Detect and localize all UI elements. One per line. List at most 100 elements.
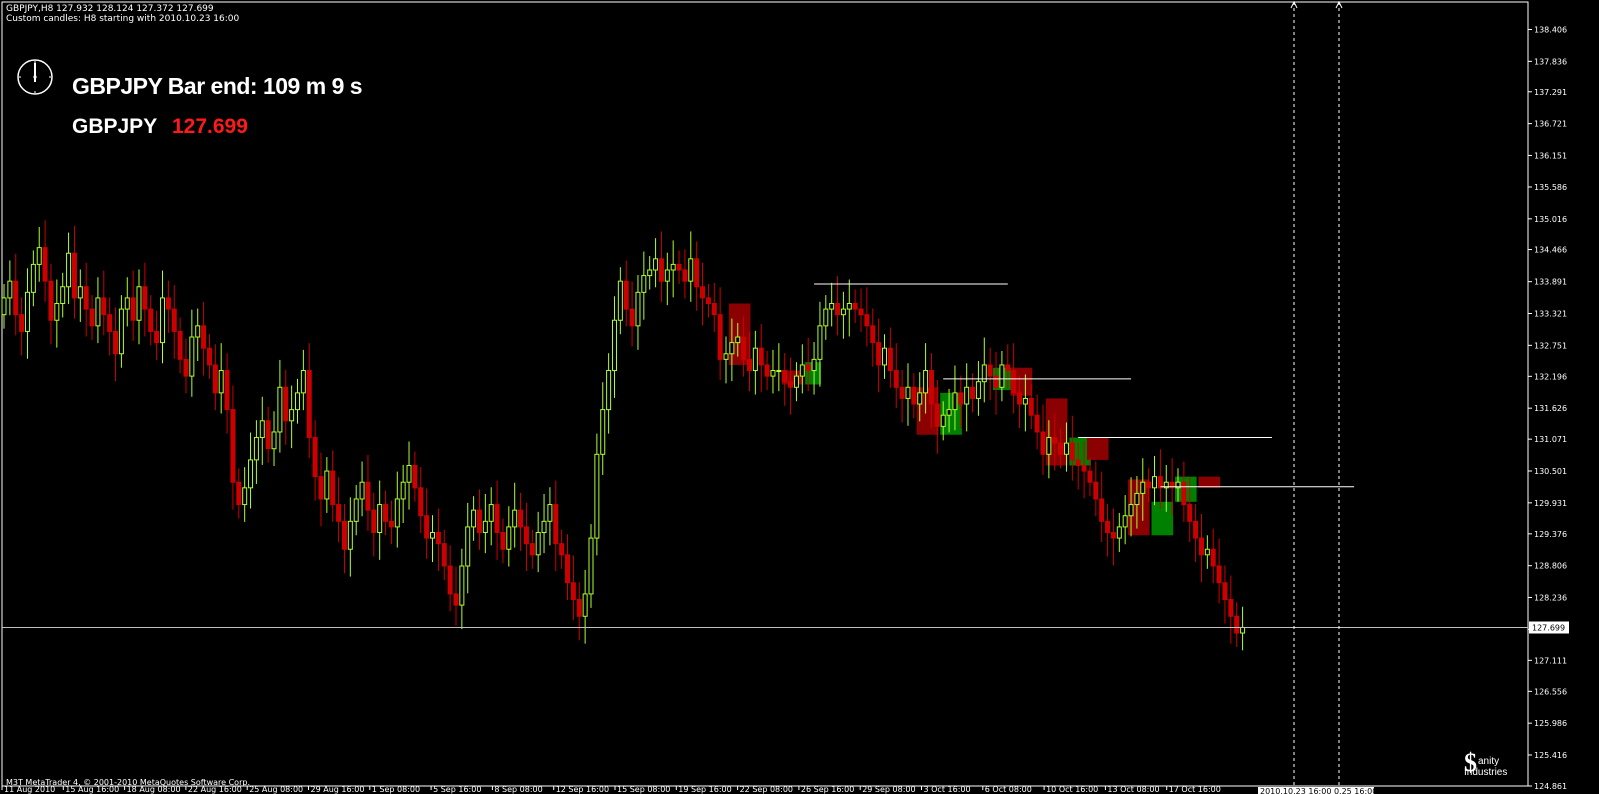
bear-candle-body [705, 297, 711, 305]
bull-candle-body [377, 504, 383, 533]
bull-candle-body [218, 370, 224, 394]
bear-candle-body [412, 464, 418, 489]
bull-candle-body [394, 498, 400, 528]
bear-candle-body [154, 330, 160, 344]
chart-header-quote: GBPJPY,H8 127.932 128.124 127.372 127.69… [6, 4, 214, 14]
bull-candle-body [940, 414, 946, 427]
bear-candle-body [447, 565, 453, 595]
x-tick-label: 15 Sep 08:00 [617, 785, 670, 794]
y-tick-label: 126.556 [1534, 687, 1567, 696]
bear-candle-body [928, 370, 934, 405]
bull-candle-body [1204, 548, 1210, 556]
bull-candle-body [324, 470, 330, 500]
bear-candle-body [623, 280, 629, 310]
bear-candle-body [224, 370, 230, 411]
bear-candle-body [835, 303, 841, 316]
bear-candle-body [1069, 442, 1075, 461]
bear-candle-body [441, 543, 447, 567]
bull-candle-body [7, 280, 13, 299]
bull-candle-body [300, 370, 306, 394]
bear-candle-body [306, 370, 312, 439]
bear-candle-body [318, 476, 324, 500]
bull-candle-body [905, 386, 911, 399]
x-tick-label: 6 Oct 08:00 [985, 785, 1032, 794]
y-tick-label: 129.931 [1534, 499, 1567, 508]
bull-candle-body [1240, 626, 1246, 634]
bear-candle-body [183, 358, 189, 377]
bull-candle-body [600, 409, 606, 455]
bear-candle-body [1228, 599, 1234, 617]
y-tick-label: 138.406 [1534, 26, 1567, 35]
x-tick-label: 22 Sep 08:00 [740, 785, 793, 794]
bull-candle-body [271, 431, 277, 450]
current-price-label: 127.699 [1532, 623, 1565, 632]
x-tick-label: 25 Aug 08:00 [249, 785, 303, 794]
bear-candle-body [987, 364, 993, 377]
bear-candle-body [958, 392, 964, 405]
bull-candle-body [770, 370, 776, 377]
bear-candle-body [1034, 414, 1040, 433]
bear-candle-body [629, 308, 635, 327]
bear-box [1086, 437, 1109, 460]
bear-candle-body [1028, 397, 1034, 416]
x-tick-label: 13 Oct 08:00 [1107, 785, 1159, 794]
bear-candle-body [230, 409, 236, 483]
bull-candle-body [999, 364, 1005, 388]
y-tick-label: 128.806 [1534, 562, 1567, 571]
bear-candle-body [858, 308, 864, 316]
bear-candle-body [330, 470, 336, 506]
bear-candle-body [899, 386, 905, 399]
x-tick-label: 17 Oct 16:00 [1169, 785, 1221, 794]
chart-header-indicator: Custom candles: H8 starting with 2010.10… [6, 14, 240, 24]
bull-candle-body [406, 464, 412, 483]
bear-candle-body [694, 258, 700, 288]
bear-candle-body [658, 258, 664, 282]
bear-candle-body [870, 325, 876, 344]
y-tick-label: 135.586 [1534, 183, 1567, 192]
bull-candle-body [1122, 515, 1128, 528]
bull-candle-body [36, 247, 42, 265]
cursor-time-label: 2010.10.23 16:00 0.25 16:00 [1260, 787, 1377, 794]
bear-candle-body [83, 286, 89, 310]
bull-candle-body [66, 252, 72, 288]
bear-candle-body [782, 370, 788, 383]
y-tick-label: 133.891 [1534, 278, 1567, 287]
bull-candle-body [24, 291, 30, 332]
bull-candle-body [617, 280, 623, 321]
bull-candle-body [1128, 504, 1134, 517]
bear-candle-body [500, 531, 506, 550]
bear-candle-body [559, 543, 565, 556]
y-tick-label: 131.071 [1534, 435, 1567, 444]
bear-candle-body [236, 481, 242, 506]
bull-candle-body [253, 437, 259, 461]
bear-candle-body [177, 330, 183, 360]
bear-candle-body [1181, 481, 1187, 506]
bull-candle-body [1022, 397, 1028, 405]
bear-candle-body [1011, 370, 1017, 394]
bull-candle-body [611, 319, 617, 372]
bear-candle-body [71, 252, 77, 299]
bull-candle-body [647, 269, 653, 277]
bear-candle-body [1093, 481, 1099, 500]
bear-candle-body [565, 554, 571, 584]
x-tick-label: 5 Sep 16:00 [433, 785, 481, 794]
bear-candle-body [1187, 504, 1193, 522]
bull-candle-body [54, 303, 60, 321]
bull-candle-body [829, 303, 835, 310]
bull-candle-body [535, 531, 541, 556]
bear-candle-body [764, 364, 770, 377]
bull-candle-body [923, 370, 929, 394]
bull-candle-body [811, 358, 817, 372]
bull-candle-body [295, 392, 300, 411]
bear-candle-body [453, 593, 459, 606]
y-tick-label: 133.321 [1534, 310, 1567, 319]
bear-candle-body [887, 347, 893, 372]
bull-candle-body [189, 336, 195, 377]
copyright-text: M3T MetaTrader 4, © 2001-2010 MetaQuotes… [6, 778, 250, 787]
bear-candle-body [529, 543, 535, 556]
symbol-label: GBPJPY [72, 115, 158, 138]
bear-candle-body [312, 437, 318, 478]
bear-candle-body [1040, 431, 1046, 455]
bull-candle-body [964, 386, 970, 405]
bull-candle-body [594, 453, 600, 539]
